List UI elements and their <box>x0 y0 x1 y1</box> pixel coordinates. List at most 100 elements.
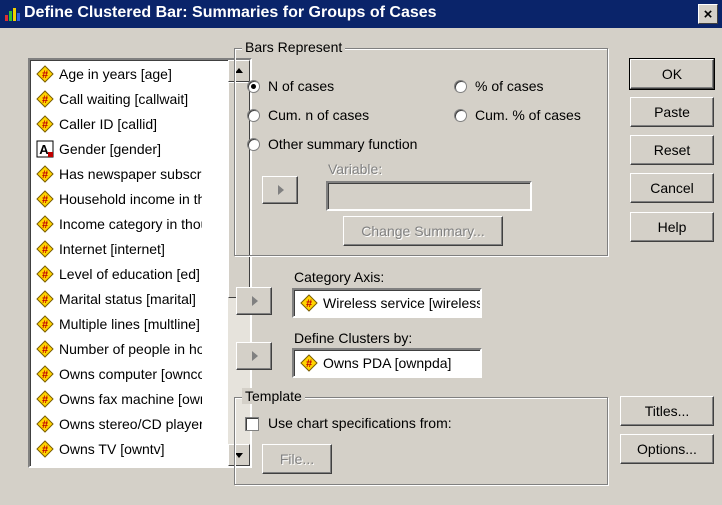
radio-label: Other summary function <box>268 136 418 152</box>
scale-variable-icon: # <box>36 264 54 283</box>
svg-text:#: # <box>306 298 312 310</box>
radio-circle[interactable] <box>247 137 260 151</box>
list-item-label: Owns fax machine [ownfax] <box>59 390 202 407</box>
radio-cum-n-of-cases[interactable]: Cum. n of cases <box>247 107 369 123</box>
svg-text:#: # <box>42 69 48 81</box>
radio-circle[interactable] <box>454 108 467 122</box>
list-item[interactable]: # Multiple lines [multline] <box>36 313 202 334</box>
title-bar[interactable]: Define Clustered Bar: Summaries for Grou… <box>0 0 722 28</box>
list-item[interactable]: # Call waiting [callwait] <box>36 88 202 109</box>
list-item[interactable]: # Owns fax machine [ownfax] <box>36 388 202 409</box>
svg-text:#: # <box>42 369 48 381</box>
svg-text:#: # <box>42 344 48 356</box>
template-label: Template <box>242 388 305 404</box>
scale-variable-icon: # <box>300 294 318 312</box>
category-axis-label: Category Axis: <box>294 269 385 285</box>
move-to-category-axis-button[interactable] <box>236 287 272 315</box>
scale-variable-icon: # <box>36 414 54 433</box>
use-chart-spec-checkbox[interactable] <box>245 417 259 431</box>
list-item[interactable]: # Number of people in household <box>36 338 202 359</box>
scale-variable-icon: # <box>36 89 54 108</box>
radio-label: Cum. % of cases <box>475 107 581 123</box>
list-item-label: Level of education [ed] <box>59 265 200 282</box>
close-icon: × <box>703 6 713 23</box>
list-item-label: Call waiting [callwait] <box>59 90 189 107</box>
source-variable-list[interactable]: # Owns TV [owntv] # Owns stereo/CD player # O… <box>28 58 252 468</box>
svg-text:#: # <box>42 219 48 231</box>
scale-variable-icon: # <box>36 339 54 358</box>
radio-circle[interactable] <box>247 79 260 93</box>
svg-text:A: A <box>39 142 49 157</box>
scale-variable-icon: # <box>300 354 318 372</box>
scale-variable-icon: # <box>36 314 54 333</box>
titles-button[interactable]: Titles... <box>620 396 714 426</box>
list-item-label: Number of people in household <box>59 340 202 357</box>
radio-label: N of cases <box>268 78 335 94</box>
list-item-label: Internet [internet] <box>59 240 165 257</box>
file-button[interactable]: File... <box>262 444 332 474</box>
arrow-right-icon <box>252 296 258 306</box>
radio-circle[interactable] <box>247 108 260 122</box>
list-item[interactable]: # Owns TV [owntv] <box>36 438 202 459</box>
category-axis-field[interactable]: # Wireless service [wireless] <box>292 288 482 318</box>
radio-other-summary[interactable]: Other summary function <box>247 136 417 152</box>
help-button[interactable]: Help <box>630 212 714 242</box>
reset-button[interactable]: Reset <box>630 135 714 165</box>
svg-text:#: # <box>42 419 48 431</box>
list-item-label: Marital status [marital] <box>59 290 196 307</box>
string-variable-icon: A <box>36 140 54 157</box>
list-item-label: Income category in thousands <box>59 215 202 232</box>
svg-text:#: # <box>42 119 48 131</box>
close-button[interactable]: × <box>698 4 718 24</box>
svg-text:#: # <box>42 94 48 106</box>
svg-text:#: # <box>42 244 48 256</box>
app-icon <box>5 8 20 21</box>
use-chart-spec-label: Use chart specifications from: <box>268 415 452 431</box>
svg-text:#: # <box>306 358 312 370</box>
svg-text:#: # <box>42 394 48 406</box>
svg-text:#: # <box>42 294 48 306</box>
list-item[interactable]: # Owns computer [owncomp] <box>36 363 202 384</box>
arrow-right-icon <box>252 351 258 361</box>
list-item[interactable]: # Household income in thousands <box>36 188 202 209</box>
scale-variable-icon: # <box>36 239 54 258</box>
svg-text:#: # <box>42 169 48 181</box>
list-item-label: Gender [gender] <box>59 140 161 157</box>
cancel-button[interactable]: Cancel <box>630 173 714 203</box>
summary-variable-field[interactable] <box>326 181 532 211</box>
arrow-right-icon <box>278 185 284 195</box>
list-item-label: Owns computer [owncomp] <box>59 365 202 382</box>
list-item[interactable]: # Has newspaper subscription <box>36 163 202 184</box>
radio-pct-of-cases[interactable]: % of cases <box>454 78 543 94</box>
list-item[interactable]: # Owns stereo/CD player <box>36 413 202 434</box>
list-item-label: Multiple lines [multline] <box>59 315 200 332</box>
variable-label: Variable: <box>328 161 383 177</box>
change-summary-button[interactable]: Change Summary... <box>343 216 503 246</box>
list-item[interactable]: # Level of education [ed] <box>36 263 202 284</box>
radio-cum-pct-of-cases[interactable]: Cum. % of cases <box>454 107 581 123</box>
list-item[interactable]: A Gender [gender] <box>36 138 202 159</box>
list-item[interactable]: # Internet [internet] <box>36 238 202 259</box>
window-title: Define Clustered Bar: Summaries for Grou… <box>24 4 437 21</box>
scale-variable-icon: # <box>36 289 54 308</box>
ok-button[interactable]: OK <box>629 58 715 90</box>
scale-variable-icon: # <box>36 389 54 408</box>
radio-n-of-cases[interactable]: N of cases <box>247 78 334 94</box>
scale-variable-icon: # <box>36 364 54 383</box>
move-to-variable-button[interactable] <box>262 176 298 204</box>
list-item[interactable]: # Caller ID [callid] <box>36 113 202 134</box>
paste-button[interactable]: Paste <box>630 97 714 127</box>
svg-text:#: # <box>42 269 48 281</box>
list-item[interactable]: # Marital status [marital] <box>36 288 202 309</box>
scale-variable-icon: # <box>36 64 54 83</box>
move-to-clusters-button[interactable] <box>236 342 272 370</box>
list-item-label: Has newspaper subscription <box>59 165 202 182</box>
radio-circle[interactable] <box>454 79 467 93</box>
list-item-label: Owns stereo/CD player <box>59 415 202 432</box>
list-item[interactable]: # Income category in thousands <box>36 213 202 234</box>
define-clusters-field[interactable]: # Owns PDA [ownpda] <box>292 348 482 378</box>
options-button[interactable]: Options... <box>620 434 714 464</box>
bars-represent-label: Bars Represent <box>242 39 346 55</box>
define-clusters-label: Define Clusters by: <box>294 330 413 346</box>
list-item[interactable]: # Age in years [age] <box>36 63 202 84</box>
